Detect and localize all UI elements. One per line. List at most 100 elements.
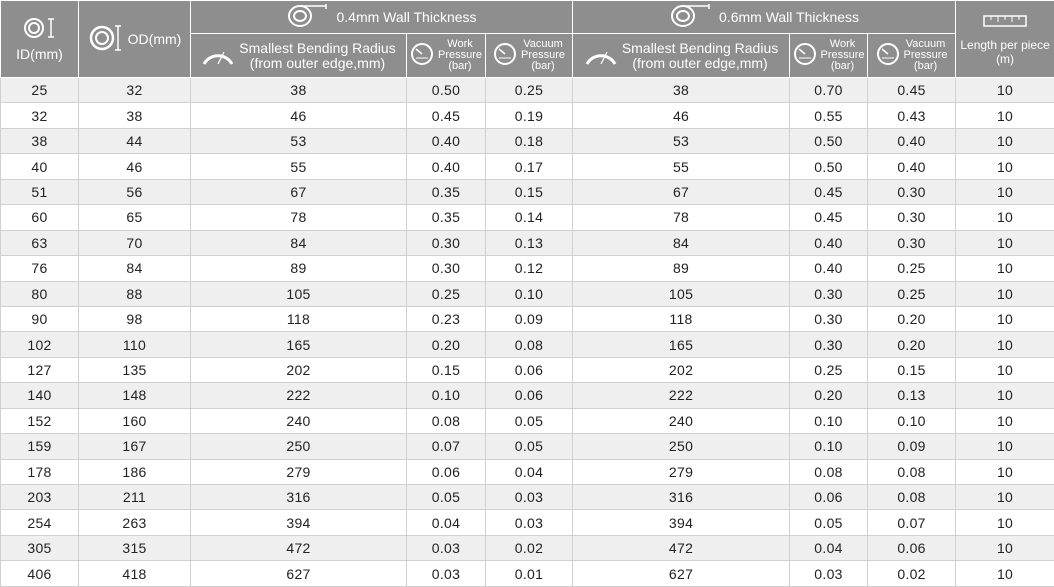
table-cell: 0.09 (868, 434, 956, 459)
bend-radius-header-04: Smallest Bending Radius (from outer edge… (191, 34, 407, 78)
table-cell: 98 (79, 306, 191, 331)
table-cell: 67 (191, 179, 407, 204)
wall-06-header: 0.6mm Wall Thickness (573, 1, 956, 34)
bend-radius-line2: (from outer edge,mm) (239, 56, 395, 71)
table-cell: 186 (79, 459, 191, 484)
table-cell: 0.30 (407, 230, 486, 255)
table-cell: 418 (79, 561, 191, 586)
bend-radius-line2: (from outer edge,mm) (622, 56, 778, 71)
table-cell: 0.50 (790, 128, 868, 153)
table-cell: 0.15 (407, 357, 486, 382)
table-row: 2532380.500.25380.700.4510 (1, 78, 1054, 103)
table-cell: 0.30 (407, 256, 486, 281)
table-cell: 0.40 (868, 128, 956, 153)
table-cell: 0.12 (486, 256, 573, 281)
table-cell: 0.40 (407, 128, 486, 153)
table-cell: 10 (956, 408, 1054, 433)
table-cell: 240 (191, 408, 407, 433)
table-cell: 84 (79, 256, 191, 281)
table-cell: 105 (573, 281, 790, 306)
table-cell: 0.25 (790, 357, 868, 382)
table-cell: 0.13 (486, 230, 573, 255)
bend-radius-line1: Smallest Bending Radius (239, 41, 395, 56)
table-cell: 10 (956, 256, 1054, 281)
table-cell: 135 (79, 357, 191, 382)
table-cell: 84 (573, 230, 790, 255)
table-cell: 0.35 (407, 179, 486, 204)
table-cell: 211 (79, 485, 191, 510)
table-cell: 118 (191, 306, 407, 331)
table-cell: 0.06 (407, 459, 486, 484)
table-cell: 10 (956, 230, 1054, 255)
table-cell: 0.04 (486, 459, 573, 484)
table-cell: 10 (956, 561, 1054, 586)
table-cell: 406 (1, 561, 79, 586)
table-cell: 0.01 (486, 561, 573, 586)
table-cell: 0.30 (868, 179, 956, 204)
table-cell: 46 (79, 154, 191, 179)
table-cell: 0.30 (868, 205, 956, 230)
table-cell: 0.25 (868, 281, 956, 306)
table-cell: 89 (573, 256, 790, 281)
table-cell: 0.70 (790, 78, 868, 103)
table-cell: 627 (573, 561, 790, 586)
table-cell: 159 (1, 434, 79, 459)
vacuum-pressure-header-06: Vacuum Pressure (bar) (868, 34, 956, 78)
hose-spec-table: ID(mm) OD(mm) (0, 0, 1054, 587)
pressure-gauge-icon (876, 42, 900, 69)
table-cell: 0.40 (868, 154, 956, 179)
bend-radius-header-06: Smallest Bending Radius (from outer edge… (573, 34, 790, 78)
table-cell: 40 (1, 154, 79, 179)
table-cell: 0.05 (790, 510, 868, 535)
table-cell: 70 (79, 230, 191, 255)
table-cell: 102 (1, 332, 79, 357)
table-cell: 167 (79, 434, 191, 459)
table-cell: 10 (956, 205, 1054, 230)
vac-line3: (bar) (904, 61, 948, 72)
table-cell: 178 (1, 459, 79, 484)
table-cell: 250 (573, 434, 790, 459)
pressure-gauge-icon (793, 42, 817, 69)
table-cell: 250 (191, 434, 407, 459)
table-cell: 0.10 (790, 408, 868, 433)
table-row: 5156670.350.15670.450.3010 (1, 179, 1054, 204)
table-cell: 32 (79, 78, 191, 103)
table-cell: 0.06 (868, 535, 956, 560)
table-row: 90981180.230.091180.300.2010 (1, 306, 1054, 331)
table-cell: 10 (956, 459, 1054, 484)
table-cell: 0.40 (790, 230, 868, 255)
table-cell: 316 (191, 485, 407, 510)
table-row: 6370840.300.13840.400.3010 (1, 230, 1054, 255)
ruler-icon (983, 13, 1027, 34)
table-cell: 88 (79, 281, 191, 306)
table-cell: 0.03 (486, 485, 573, 510)
vacuum-pressure-header-04: Vacuum Pressure (bar) (486, 34, 573, 78)
table-cell: 0.09 (486, 306, 573, 331)
table-cell: 0.06 (486, 357, 573, 382)
table-cell: 0.05 (486, 408, 573, 433)
table-cell: 0.15 (868, 357, 956, 382)
table-row: 3053154720.030.024720.040.0610 (1, 535, 1054, 560)
bend-radius-line1: Smallest Bending Radius (622, 41, 778, 56)
table-row: 4064186270.030.016270.030.0210 (1, 561, 1054, 586)
table-cell: 165 (191, 332, 407, 357)
table-cell: 76 (1, 256, 79, 281)
table-cell: 78 (191, 205, 407, 230)
table-cell: 0.08 (407, 408, 486, 433)
table-cell: 0.45 (790, 205, 868, 230)
table-cell: 0.05 (486, 434, 573, 459)
table-row: 1591672500.070.052500.100.0910 (1, 434, 1054, 459)
table-cell: 32 (1, 103, 79, 128)
table-cell: 0.25 (868, 256, 956, 281)
table-cell: 472 (573, 535, 790, 560)
table-cell: 0.03 (486, 510, 573, 535)
table-cell: 10 (956, 510, 1054, 535)
work-pressure-header-06: Work Pressure (bar) (790, 34, 868, 78)
table-cell: 0.10 (486, 281, 573, 306)
table-row: 7684890.300.12890.400.2510 (1, 256, 1054, 281)
table-row: 2032113160.050.033160.060.0810 (1, 485, 1054, 510)
table-cell: 38 (79, 103, 191, 128)
table-cell: 0.08 (868, 485, 956, 510)
table-cell: 65 (79, 205, 191, 230)
table-cell: 0.35 (407, 205, 486, 230)
